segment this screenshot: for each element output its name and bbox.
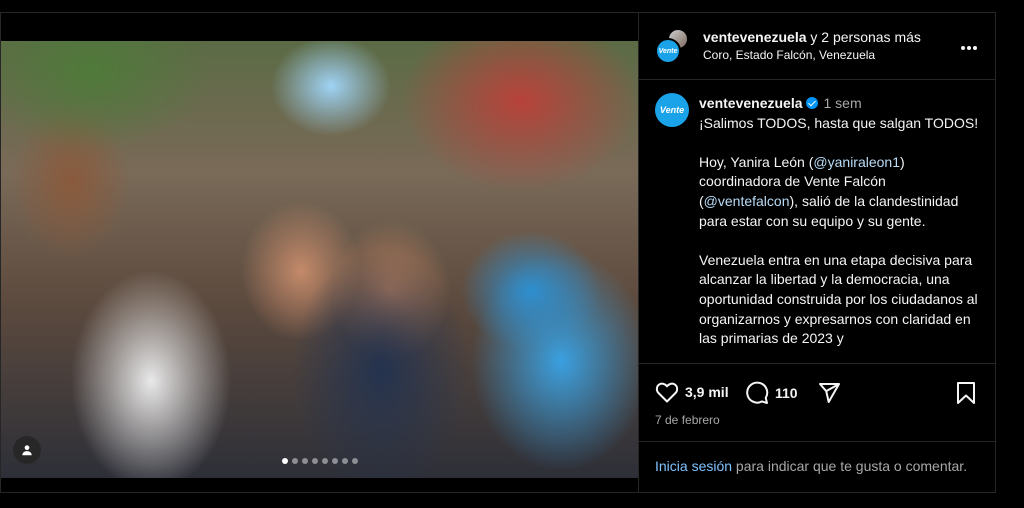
mention-link[interactable]: @ventefalcon bbox=[704, 193, 790, 209]
caption-text-span: Hoy, Yanira León ( bbox=[699, 153, 814, 170]
tagged-users-button[interactable] bbox=[13, 436, 41, 464]
carousel-pager bbox=[281, 458, 358, 464]
post-dialog: Vente ventevenezuela y 2 personas más Co… bbox=[0, 12, 996, 493]
caption-paragraph: Hoy, Yanira León (@yaniraleon1) coordina… bbox=[699, 153, 985, 231]
more-options-button[interactable] bbox=[960, 35, 978, 56]
login-prompt-text: para indicar que te gusta o comentar. bbox=[732, 458, 968, 474]
post-header: Vente ventevenezuela y 2 personas más Co… bbox=[639, 13, 996, 80]
more-horizontal-icon bbox=[961, 46, 977, 50]
author-username[interactable]: ventevenezuela bbox=[703, 29, 807, 45]
carousel-dot bbox=[311, 458, 318, 464]
user-icon bbox=[22, 445, 32, 456]
carousel-dot bbox=[281, 458, 288, 464]
share-button[interactable] bbox=[817, 381, 841, 405]
save-button[interactable] bbox=[955, 381, 977, 410]
post-side-panel: Vente ventevenezuela y 2 personas más Co… bbox=[638, 13, 996, 492]
carousel-dot bbox=[291, 458, 298, 464]
coauthor-avatars[interactable]: Vente bbox=[655, 28, 689, 64]
caption-paragraph: Venezuela entra en una etapa decisiva pa… bbox=[699, 251, 978, 347]
carousel-dot bbox=[321, 458, 328, 464]
likes-count[interactable]: 3,9 mil bbox=[685, 384, 729, 400]
comment-button[interactable]: 110 bbox=[745, 381, 798, 405]
caption-time[interactable]: 1 sem bbox=[824, 95, 862, 111]
bookmark-icon bbox=[957, 382, 975, 404]
author-avatar: Vente bbox=[655, 38, 681, 64]
caption-avatar[interactable]: Vente bbox=[655, 93, 689, 127]
login-link[interactable]: Inicia sesión bbox=[655, 458, 732, 474]
post-photo[interactable] bbox=[1, 41, 638, 478]
caption-text: ventevenezuela 1 sem ¡Salimos TODOS, hast… bbox=[699, 94, 985, 349]
carousel-dot bbox=[331, 458, 338, 464]
mention-link[interactable]: @yaniraleon1 bbox=[813, 154, 900, 170]
like-button[interactable]: 3,9 mil bbox=[655, 381, 729, 403]
carousel-dot bbox=[351, 458, 358, 464]
heart-icon bbox=[655, 382, 679, 403]
carousel-dot bbox=[341, 458, 348, 464]
caption-username[interactable]: ventevenezuela bbox=[699, 95, 803, 111]
post-date[interactable]: 7 de febrero bbox=[655, 413, 720, 427]
caption-line: ¡Salimos TODOS, hasta que salgan TODOS! bbox=[699, 114, 979, 131]
comment-icon bbox=[746, 381, 769, 404]
verified-badge-icon bbox=[805, 97, 818, 109]
send-icon bbox=[819, 383, 840, 403]
carousel-dot bbox=[301, 458, 308, 464]
comments-count[interactable]: 110 bbox=[775, 385, 798, 401]
post-location[interactable]: Coro, Estado Falcón, Venezuela bbox=[703, 48, 875, 62]
login-prompt: Inicia sesión para indicar que te gusta … bbox=[639, 441, 995, 476]
post-author-line[interactable]: ventevenezuela y 2 personas más bbox=[703, 29, 921, 45]
coauthors-link[interactable]: y 2 personas más bbox=[810, 29, 921, 45]
post-caption: Vente ventevenezuela 1 sem ¡Salimos TODOS… bbox=[639, 81, 995, 353]
